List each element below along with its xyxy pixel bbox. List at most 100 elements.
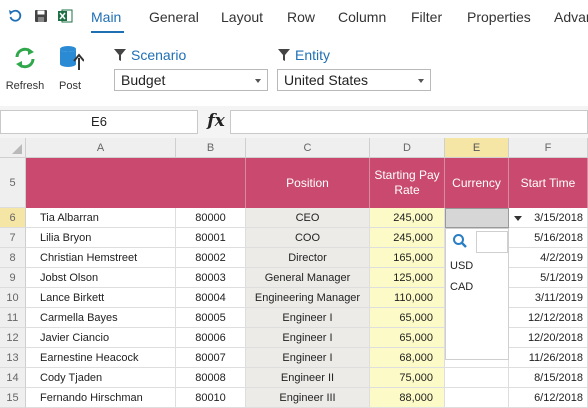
cell-starting-pay[interactable]: 165,000 xyxy=(370,248,445,268)
cell-position[interactable]: CEO xyxy=(246,208,370,228)
column-header-b[interactable]: B xyxy=(176,138,246,158)
tab-column[interactable]: Column xyxy=(338,9,386,25)
cell-currency[interactable] xyxy=(445,368,509,388)
cell-starting-pay[interactable]: 65,000 xyxy=(370,308,445,328)
cell-start-time[interactable]: 12/12/2018 xyxy=(509,308,588,328)
cell-name[interactable]: Tia Albarran xyxy=(26,208,176,228)
tab-row[interactable]: Row xyxy=(287,9,315,25)
cell-start-time[interactable]: 6/12/2018 xyxy=(509,388,588,408)
row-header[interactable]: 10 xyxy=(0,288,26,308)
cell-position[interactable]: Engineer III xyxy=(246,388,370,408)
row-header[interactable]: 13 xyxy=(0,348,26,368)
currency-option-cad[interactable]: CAD xyxy=(450,281,473,293)
cell-id[interactable]: 80001 xyxy=(176,228,246,248)
excel-icon[interactable] xyxy=(57,8,73,24)
header-position[interactable]: Position xyxy=(246,158,370,208)
cell-name[interactable]: Javier Ciancio xyxy=(26,328,176,348)
cell-start-time[interactable]: 3/11/2019 xyxy=(509,288,588,308)
name-box[interactable]: E6 xyxy=(0,110,198,134)
column-header-c[interactable]: C xyxy=(246,138,370,158)
cell-id[interactable]: 80006 xyxy=(176,328,246,348)
row-header[interactable]: 8 xyxy=(0,248,26,268)
currency-search-input[interactable] xyxy=(476,231,508,253)
cell-id[interactable]: 80008 xyxy=(176,368,246,388)
cell-position[interactable]: Engineer I xyxy=(246,348,370,368)
currency-dropdown-list: USD CAD xyxy=(445,228,509,360)
column-header-a[interactable]: A xyxy=(26,138,176,158)
currency-option-usd[interactable]: USD xyxy=(450,260,473,272)
currency-dropdown-button[interactable] xyxy=(511,212,525,224)
cell-id[interactable]: 80005 xyxy=(176,308,246,328)
cell-starting-pay[interactable]: 88,000 xyxy=(370,388,445,408)
row-header[interactable]: 6 xyxy=(0,208,26,228)
row-header[interactable]: 14 xyxy=(0,368,26,388)
cell-position[interactable]: COO xyxy=(246,228,370,248)
cell-id[interactable]: 80000 xyxy=(176,208,246,228)
cell-position[interactable]: Engineering Manager xyxy=(246,288,370,308)
cell-position[interactable]: Engineer II xyxy=(246,368,370,388)
cell-position[interactable]: Engineer I xyxy=(246,308,370,328)
fx-icon[interactable]: fx xyxy=(204,110,228,134)
row-header[interactable]: 11 xyxy=(0,308,26,328)
scenario-dropdown[interactable]: Budget xyxy=(114,69,268,91)
column-header-e[interactable]: E xyxy=(445,138,509,158)
row-header[interactable]: 7 xyxy=(0,228,26,248)
cell-start-time[interactable]: 5/16/2018 xyxy=(509,228,588,248)
tab-filter[interactable]: Filter xyxy=(411,9,442,25)
cell-starting-pay[interactable]: 245,000 xyxy=(370,208,445,228)
cell-id[interactable]: 80003 xyxy=(176,268,246,288)
formula-input[interactable] xyxy=(230,110,588,134)
select-all-corner[interactable] xyxy=(0,138,26,158)
cell-starting-pay[interactable]: 65,000 xyxy=(370,328,445,348)
cell-id[interactable]: 80002 xyxy=(176,248,246,268)
tab-layout[interactable]: Layout xyxy=(221,9,263,25)
header-start-time[interactable]: Start Time xyxy=(509,158,588,208)
tab-main[interactable]: Main xyxy=(91,9,121,25)
tab-properties[interactable]: Properties xyxy=(467,9,531,25)
cell-currency[interactable] xyxy=(445,388,509,408)
cell-position[interactable]: Engineer I xyxy=(246,328,370,348)
ribbon: Refresh Post Scenario Budget Entity Unit… xyxy=(0,34,588,107)
header-cell-blank[interactable] xyxy=(26,158,246,208)
cell-name[interactable]: Cody Tjaden xyxy=(26,368,176,388)
cell-name[interactable]: Carmella Bayes xyxy=(26,308,176,328)
cell-starting-pay[interactable]: 110,000 xyxy=(370,288,445,308)
cell-id[interactable]: 80004 xyxy=(176,288,246,308)
currency-cell-selected[interactable] xyxy=(445,208,509,228)
cell-starting-pay[interactable]: 75,000 xyxy=(370,368,445,388)
cell-id[interactable]: 80007 xyxy=(176,348,246,368)
row-header[interactable]: 9 xyxy=(0,268,26,288)
cell-start-time[interactable]: 12/20/2018 xyxy=(509,328,588,348)
row-header[interactable]: 5 xyxy=(0,158,26,208)
cell-starting-pay[interactable]: 125,000 xyxy=(370,268,445,288)
cell-start-time[interactable]: 4/2/2019 xyxy=(509,248,588,268)
header-starting-pay-rate[interactable]: Starting Pay Rate xyxy=(370,158,445,208)
cell-name[interactable]: Fernando Hirschman xyxy=(26,388,176,408)
save-icon[interactable] xyxy=(33,8,49,24)
header-currency[interactable]: Currency xyxy=(445,158,509,208)
entity-dropdown[interactable]: United States xyxy=(277,69,431,91)
undo-icon[interactable] xyxy=(7,8,23,24)
row-header[interactable]: 15 xyxy=(0,388,26,408)
cell-start-time[interactable]: 5/1/2019 xyxy=(509,268,588,288)
cell-name[interactable]: Lilia Bryon xyxy=(26,228,176,248)
column-header-d[interactable]: D xyxy=(370,138,445,158)
cell-name[interactable]: Christian Hemstreet xyxy=(26,248,176,268)
cell-name[interactable]: Lance Birkett xyxy=(26,288,176,308)
search-icon[interactable] xyxy=(452,233,468,252)
tab-general[interactable]: General xyxy=(149,9,199,25)
cell-id[interactable]: 80010 xyxy=(176,388,246,408)
cell-start-time[interactable]: 8/15/2018 xyxy=(509,368,588,388)
column-header-f[interactable]: F xyxy=(509,138,588,158)
cell-position[interactable]: Director xyxy=(246,248,370,268)
tab-advanced[interactable]: Advar xyxy=(554,9,588,25)
cell-start-time[interactable]: 11/26/2018 xyxy=(509,348,588,368)
cell-starting-pay[interactable]: 245,000 xyxy=(370,228,445,248)
cell-position[interactable]: General Manager xyxy=(246,268,370,288)
post-button[interactable]: Post xyxy=(52,41,88,95)
cell-name[interactable]: Earnestine Heacock xyxy=(26,348,176,368)
row-header[interactable]: 12 xyxy=(0,328,26,348)
cell-starting-pay[interactable]: 68,000 xyxy=(370,348,445,368)
cell-name[interactable]: Jobst Olson xyxy=(26,268,176,288)
refresh-button[interactable]: Refresh xyxy=(3,41,47,95)
